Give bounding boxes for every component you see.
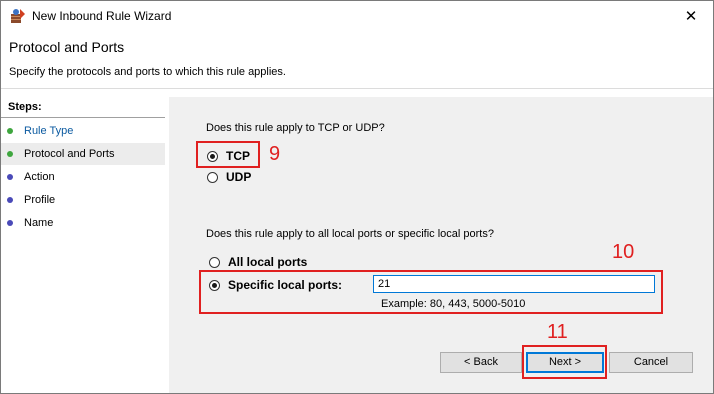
firewall-icon <box>11 9 25 23</box>
step-label: Profile <box>24 194 56 206</box>
window-title: New Inbound Rule Wizard <box>32 9 172 23</box>
wizard-window: New Inbound Rule Wizard ✕ Protocol and P… <box>0 0 714 394</box>
steps-divider <box>1 117 165 118</box>
all-local-ports-label: All local ports <box>228 255 308 269</box>
page-subtitle: Specify the protocols and ports to which… <box>9 66 286 78</box>
step-label: Action <box>24 171 55 183</box>
step-label: Rule Type <box>24 125 74 137</box>
cancel-button[interactable]: Cancel <box>609 352 693 373</box>
protocol-question: Does this rule apply to TCP or UDP? <box>206 122 385 134</box>
step-action: Action <box>1 166 165 188</box>
tcp-marker: 9 <box>269 143 281 165</box>
step-current-icon <box>7 151 13 157</box>
step-pending-icon <box>7 197 13 203</box>
radio-unselected-icon <box>209 256 220 268</box>
step-protocol-and-ports[interactable]: Protocol and Ports <box>1 143 165 165</box>
next-marker: 11 <box>547 321 568 343</box>
step-label: Protocol and Ports <box>24 148 115 160</box>
next-highlight-box <box>522 345 607 379</box>
close-button[interactable]: ✕ <box>669 1 713 31</box>
title-bar: New Inbound Rule Wizard ✕ <box>1 1 713 31</box>
radio-unselected-icon <box>207 171 218 183</box>
page-header: Protocol and Ports Specify the protocols… <box>1 31 713 89</box>
udp-label: UDP <box>226 170 252 184</box>
tcp-highlight-box <box>196 141 260 168</box>
ports-question: Does this rule apply to all local ports … <box>206 228 494 240</box>
step-label: Name <box>24 217 54 229</box>
udp-radio[interactable]: UDP <box>207 170 251 184</box>
step-pending-icon <box>7 174 13 180</box>
step-rule-type[interactable]: Rule Type <box>1 120 165 142</box>
step-name: Name <box>1 212 165 234</box>
step-profile: Profile <box>1 189 165 211</box>
all-local-ports-radio[interactable]: All local ports <box>209 255 307 269</box>
step-done-icon <box>7 128 13 134</box>
ports-marker: 10 <box>612 241 635 263</box>
close-icon: ✕ <box>684 8 698 25</box>
page-title: Protocol and Ports <box>9 39 125 55</box>
ports-highlight-box <box>199 270 663 314</box>
step-pending-icon <box>7 220 13 226</box>
back-button[interactable]: < Back <box>440 352 522 373</box>
steps-pane: Steps: Rule Type Protocol and Ports Acti… <box>1 97 165 393</box>
steps-heading: Steps: <box>8 101 42 113</box>
